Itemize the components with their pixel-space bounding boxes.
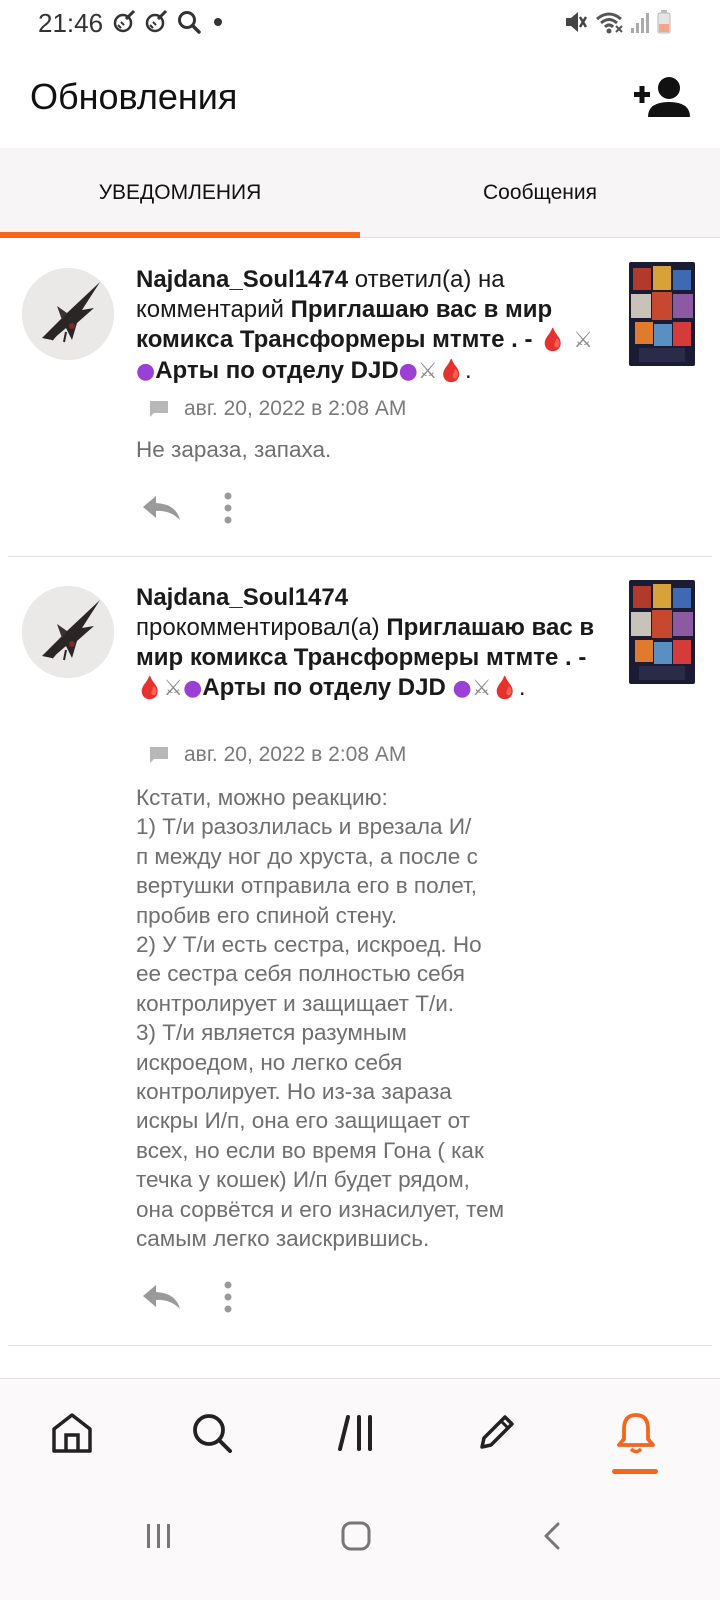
nav-write-button[interactable] — [472, 1409, 520, 1457]
search-icon — [193, 1414, 232, 1453]
dragon-avatar-image — [22, 586, 114, 678]
comment-icon — [150, 747, 168, 763]
home-icon — [52, 1413, 92, 1453]
library-icon — [338, 1415, 372, 1451]
avatar[interactable] — [22, 586, 114, 678]
dot-icon — [214, 18, 222, 26]
crossed-swords-emoji: ⚔ — [163, 676, 184, 701]
more-options-icon[interactable] — [222, 491, 234, 525]
blood-drop-emoji: 🩸 — [491, 676, 519, 701]
broom-icon — [145, 9, 168, 33]
notification-meta: авг. 20, 2022 в 2:08 AM — [148, 743, 406, 767]
nav-library-button[interactable] — [332, 1409, 380, 1457]
tab-notifications[interactable]: УВЕДОМЛЕНИЯ — [0, 148, 360, 238]
crossed-swords-emoji: ⚔ — [471, 676, 492, 701]
notification-user[interactable]: Najdana_Soul1474 — [136, 584, 348, 611]
reply-icon[interactable] — [140, 1282, 182, 1312]
nav-notifications-button[interactable] — [612, 1409, 660, 1457]
signal-icon — [631, 13, 649, 33]
back-icon[interactable] — [540, 1520, 564, 1552]
reply-icon[interactable] — [140, 493, 182, 523]
notification-story-tail[interactable]: Арты по отделу DJD — [202, 674, 445, 701]
notification-message: Не зараза, запаха. — [136, 437, 332, 462]
purple-circle-emoji: ● — [136, 359, 156, 384]
notification-actions — [140, 491, 234, 525]
blood-drop-emoji: 🩸 — [539, 328, 567, 353]
story-cover-image — [629, 262, 695, 366]
active-nav-indicator — [612, 1469, 658, 1474]
battery-icon — [657, 10, 671, 34]
comment-icon — [150, 401, 168, 417]
search-icon — [178, 11, 201, 34]
home-icon[interactable] — [340, 1520, 372, 1552]
blood-drop-emoji: 🩸 — [437, 359, 466, 384]
story-cover-thumbnail[interactable] — [629, 262, 695, 366]
notification-timestamp: авг. 20, 2022 в 2:08 AM — [184, 743, 407, 766]
purple-circle-emoji: ● — [398, 359, 418, 384]
wifi-icon — [596, 12, 623, 34]
story-cover-thumbnail[interactable] — [629, 580, 695, 684]
mute-icon — [566, 12, 588, 32]
notification-feed: Najdana_Soul1474 ответил(а) на комментар… — [0, 239, 720, 1346]
notification-user[interactable]: Najdana_Soul1474 — [136, 266, 348, 293]
story-cover-image — [629, 580, 695, 684]
nav-home-button[interactable] — [48, 1409, 96, 1457]
broom-icon — [113, 9, 136, 33]
notifications-bell-icon — [617, 1413, 655, 1454]
notification-actions — [140, 1280, 234, 1314]
add-user-icon — [634, 77, 690, 117]
blood-drop-emoji: 🩸 — [136, 676, 164, 701]
crossed-swords-emoji: ⚔ — [417, 359, 438, 384]
tab-messages-label: Сообщения — [483, 181, 597, 204]
purple-circle-emoji: ● — [183, 676, 203, 701]
notification-item[interactable]: Najdana_Soul1474 прокомментировал(а) При… — [8, 557, 712, 1346]
recents-icon[interactable] — [144, 1520, 174, 1552]
status-bar: 21:46 — [0, 0, 720, 48]
status-time: 21:46 — [38, 8, 104, 38]
bottom-navigation — [0, 1378, 720, 1490]
notification-message: Кстати, можно реакцию: 1) Т/и разозлилас… — [136, 785, 505, 1252]
tab-bar: УВЕДОМЛЕНИЯ Сообщения — [0, 148, 720, 238]
notification-item[interactable]: Najdana_Soul1474 ответил(а) на комментар… — [8, 239, 712, 557]
notification-header: Najdana_Soul1474 ответил(а) на комментар… — [136, 266, 593, 384]
page-title: Обновления — [30, 76, 238, 117]
app-bar: Обновления — [0, 48, 720, 148]
purple-circle-emoji: ● — [452, 676, 472, 701]
nav-search-button[interactable] — [188, 1409, 236, 1457]
notification-timestamp: авг. 20, 2022 в 2:08 AM — [184, 397, 407, 420]
active-tab-indicator — [0, 232, 360, 238]
crossed-swords-emoji: ⚔ — [573, 328, 593, 353]
write-icon — [480, 1415, 514, 1449]
add-user-button[interactable] — [632, 73, 694, 123]
tab-notifications-label: УВЕДОМЛЕНИЯ — [98, 181, 262, 204]
status-icons-left — [112, 9, 228, 35]
tab-messages[interactable]: Сообщения — [360, 148, 720, 238]
notification-meta: авг. 20, 2022 в 2:08 AM — [148, 397, 406, 421]
status-icons-right — [562, 8, 672, 36]
more-options-icon[interactable] — [222, 1280, 234, 1314]
system-navigation-bar — [0, 1490, 720, 1600]
notification-story-tail[interactable]: Арты по отделу DJD — [155, 357, 398, 384]
notification-action: прокомментировал(а) — [136, 614, 380, 641]
avatar[interactable] — [22, 268, 114, 360]
dragon-avatar-image — [22, 268, 114, 360]
notification-header: Najdana_Soul1474 прокомментировал(а) При… — [136, 584, 595, 701]
